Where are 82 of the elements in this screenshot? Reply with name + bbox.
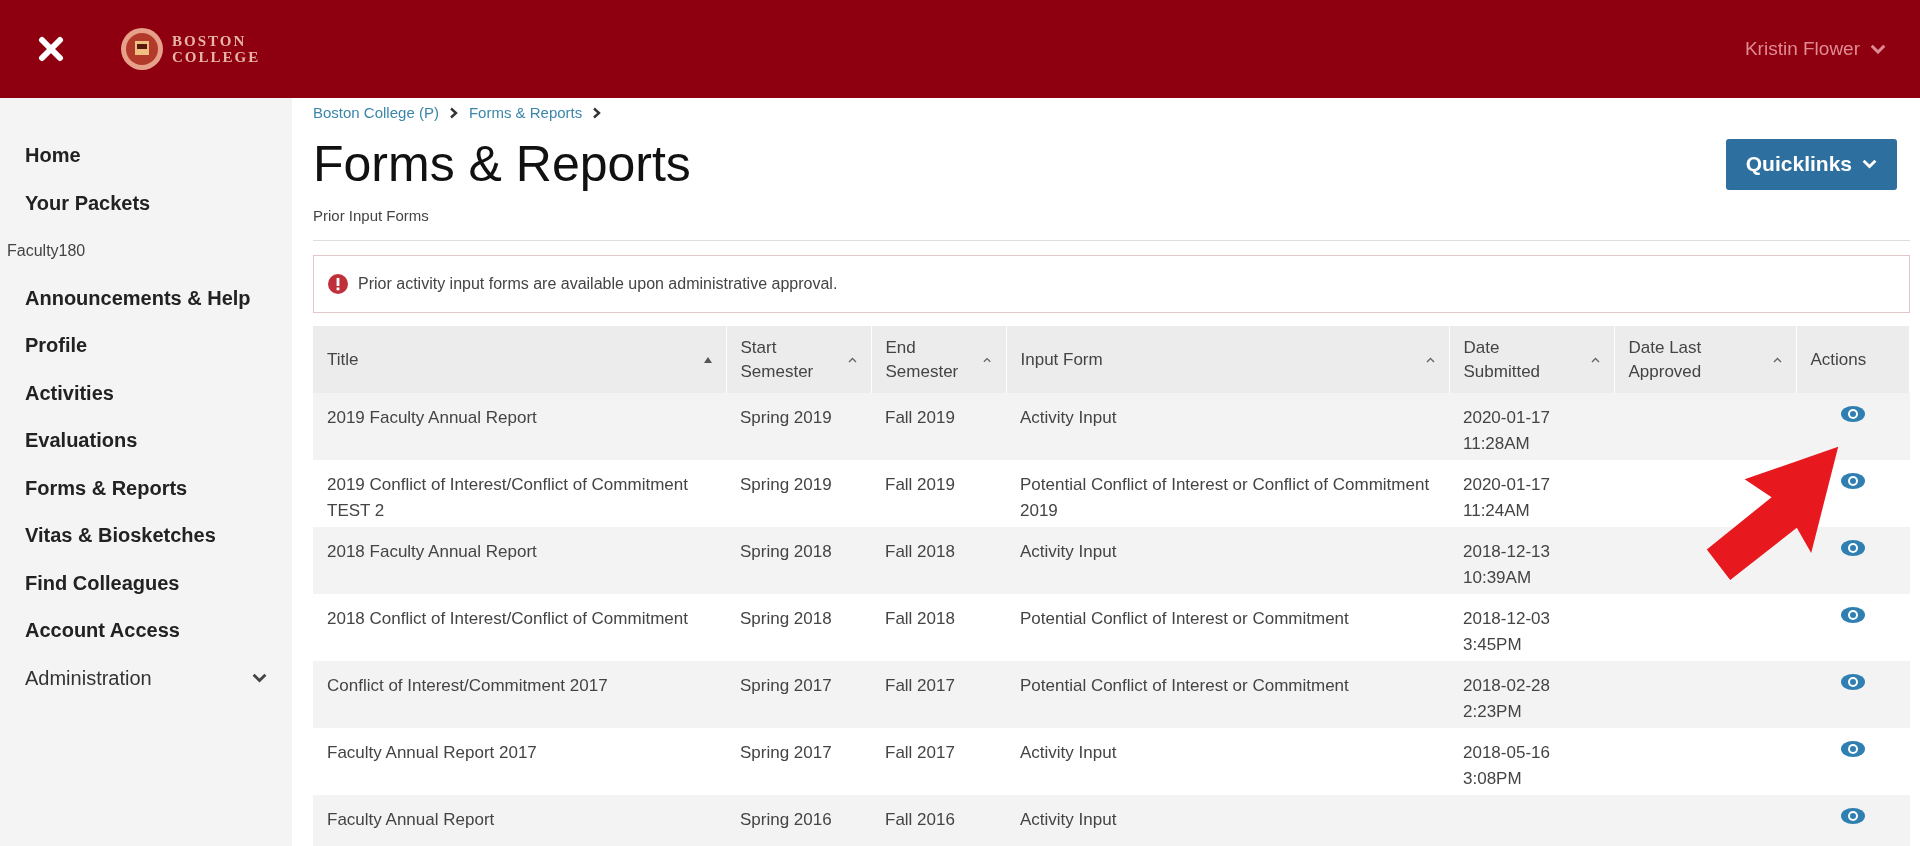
- table-cell: Fall 2019: [885, 475, 955, 494]
- table-cell: 2018 Faculty Annual Report: [327, 542, 537, 561]
- view-icon[interactable]: [1839, 472, 1866, 490]
- view-icon[interactable]: [1839, 673, 1866, 691]
- table-cell: Fall 2018: [885, 609, 955, 628]
- table-cell: 2019 Faculty Annual Report: [327, 408, 537, 427]
- sort-caret-icon: [1590, 356, 1600, 363]
- sort-caret-icon: [983, 356, 992, 363]
- sort-caret-icon: [1425, 356, 1435, 363]
- chevron-down-icon: [1870, 43, 1886, 55]
- table-cell: Faculty Annual Report: [327, 810, 495, 829]
- table-cell: Fall 2018: [885, 542, 955, 561]
- column-header[interactable]: Title: [313, 326, 726, 393]
- column-header: Actions: [1796, 326, 1910, 393]
- user-menu[interactable]: Kristin Flower: [1738, 37, 1892, 61]
- quicklinks-button[interactable]: Quicklinks: [1725, 138, 1897, 190]
- column-header[interactable]: Date Last Approved: [1614, 326, 1796, 393]
- sort-caret-icon: [847, 356, 857, 363]
- table-cell: Fall 2019: [885, 408, 955, 427]
- table-cell: Spring 2017: [740, 676, 832, 695]
- table-cell: Spring 2017: [740, 743, 832, 762]
- view-icon[interactable]: [1839, 807, 1866, 825]
- table-cell: Potential Conflict of Interest or Commitment: [1020, 676, 1349, 695]
- sidebar-item[interactable]: Home: [0, 132, 292, 180]
- sidebar-item[interactable]: Profile: [0, 322, 292, 370]
- breadcrumb-link[interactable]: Boston College (P): [313, 104, 439, 121]
- sidebar-item[interactable]: Announcements & Help: [0, 274, 292, 322]
- column-header[interactable]: Start Semester: [726, 326, 871, 393]
- view-icon[interactable]: [1839, 740, 1866, 758]
- table-cell: Spring 2019: [740, 408, 832, 427]
- chevron-down-icon: [252, 673, 267, 684]
- column-header[interactable]: End Semester: [871, 326, 1006, 393]
- logo-text: BOSTON COLLEGE: [172, 33, 261, 65]
- alert-icon: [328, 274, 348, 294]
- table-cell: Activity Input: [1020, 810, 1117, 829]
- sidebar-item[interactable]: Evaluations: [0, 417, 292, 465]
- sidebar-section-label: Faculty180: [6, 240, 87, 261]
- table-cell: Spring 2018: [740, 609, 832, 628]
- breadcrumb-link[interactable]: Forms & Reports: [468, 104, 583, 121]
- sidebar-item[interactable]: Vitas & Biosketches: [0, 512, 292, 560]
- page-title: Forms & Reports: [313, 135, 691, 193]
- alert-message: Prior activity input forms are available upon administrative approval.: [358, 275, 838, 293]
- sort-triangle-icon: [703, 356, 712, 363]
- table-cell-text: 2018-12-13 10:39AM: [1463, 541, 1551, 589]
- section-subtitle: Prior Input Forms: [313, 207, 1910, 241]
- sidebar-item[interactable]: Forms & Reports: [0, 464, 292, 512]
- view-icon[interactable]: [1839, 539, 1866, 557]
- table-cell: Fall 2016: [885, 810, 955, 829]
- view-icon[interactable]: [1839, 405, 1866, 423]
- table-cell: Fall 2017: [885, 743, 955, 762]
- table-cell-text: 2020-01-17 11:28AM: [1463, 407, 1551, 455]
- table-cell: Spring 2018: [740, 542, 832, 561]
- table-cell-text: 2018-12-03 3:45PM: [1463, 608, 1551, 656]
- chevron-right-icon: [448, 106, 459, 119]
- sidebar-item[interactable]: Account Access: [0, 607, 292, 655]
- table-cell: Potential Conflict of Interest or Conflict of Commitment 2019: [1020, 475, 1430, 520]
- table-cell-text: 2020-01-17 11:24AM: [1463, 474, 1551, 522]
- table-cell: 2018 Conflict of Interest/Conflict of Commitment: [327, 609, 688, 628]
- table-cell: Potential Conflict of Interest or Commitment: [1020, 609, 1349, 628]
- table-cell: Conflict of Interest/Commitment 2017: [327, 676, 608, 695]
- table-cell-text: 2018-02-28 2:23PM: [1463, 675, 1551, 723]
- table-cell: Activity Input: [1020, 743, 1117, 762]
- sidebar-item[interactable]: Activities: [0, 369, 292, 417]
- table-cell: 2019 Conflict of Interest/Conflict of Commitment TEST 2: [327, 475, 688, 520]
- table-cell: Activity Input: [1020, 542, 1117, 561]
- table-cell: Spring 2019: [740, 475, 832, 494]
- sort-caret-icon: [1772, 356, 1782, 363]
- sidebar-item[interactable]: Administration: [0, 654, 292, 702]
- table-cell: Faculty Annual Report 2017: [327, 743, 537, 762]
- column-header[interactable]: Date Submitted: [1449, 326, 1614, 393]
- column-header[interactable]: Input Form: [1006, 326, 1449, 393]
- table-cell-text: 2018-05-16 3:08PM: [1463, 742, 1551, 790]
- sidebar-item[interactable]: Your Packets: [0, 179, 292, 227]
- chevron-right-icon: [592, 106, 603, 119]
- table-cell: Spring 2016: [740, 810, 832, 829]
- table-cell: Fall 2017: [885, 676, 955, 695]
- chevron-down-icon: [1862, 159, 1877, 169]
- close-button[interactable]: [38, 36, 64, 62]
- table-cell: Activity Input: [1020, 408, 1117, 427]
- view-icon[interactable]: [1839, 606, 1866, 624]
- sidebar-item[interactable]: Find Colleagues: [0, 559, 292, 607]
- seal-logo-icon: [120, 27, 164, 71]
